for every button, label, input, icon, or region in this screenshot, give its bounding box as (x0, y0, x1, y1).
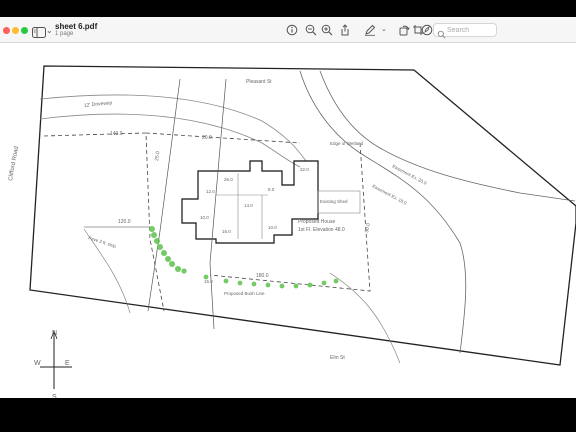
label-existing-shed: Existing Shed (320, 199, 348, 204)
room-label: 10.0 (200, 215, 209, 220)
preview-window: ⌄ sheet 6.pdf 1 page ⌄ Search Pleasant S… (0, 17, 576, 398)
compass-east: E (65, 360, 70, 367)
label-setback-bottom: 15.0 (204, 279, 213, 284)
highlight-icon[interactable] (421, 24, 433, 36)
compass-west: W (34, 360, 41, 367)
compass-rose: N S E W (34, 329, 72, 398)
label-setback-top: 20.0 (202, 135, 212, 141)
property-boundary (29, 65, 576, 366)
toolbar: ⌄ sheet 6.pdf 1 page ⌄ Search (0, 17, 576, 43)
room-label: 26.0 (224, 177, 233, 182)
label-driveway: 12' Driveway (84, 100, 113, 109)
label-left-road: Clifford Road (8, 146, 20, 181)
road-line-left (147, 78, 181, 312)
search-field[interactable] (433, 23, 497, 39)
label-easement-2: Easement Ex. 18.0 (372, 183, 408, 205)
room-label: 22.0 (300, 167, 309, 172)
sidebar-icon[interactable] (32, 25, 46, 38)
minimize-button[interactable] (12, 27, 19, 34)
chevron-down-icon[interactable]: ⌄ (46, 25, 53, 36)
letterbox-top (0, 0, 576, 17)
document-title: sheet 6.pdf (55, 22, 98, 31)
label-proposed-house: Proposed House (298, 219, 335, 225)
room-label: 12.0 (206, 189, 215, 194)
compass-north: N (52, 330, 57, 337)
room-dimension-labels: 26.0 12.0 14.0 8.0 22.0 16.0 10.0 10.0 (200, 167, 309, 234)
label-dim-top-left: 140.0 (110, 131, 123, 137)
document-page[interactable]: Pleasant St 12' Driveway Clifford Road E… (0, 43, 576, 398)
label-paving-note: Pave 2 ft. strip (88, 235, 117, 249)
setback-right-line (209, 142, 371, 292)
share-icon[interactable] (339, 24, 351, 36)
wetland-edge-inner (319, 70, 576, 202)
room-label: 10.0 (268, 225, 277, 230)
setback-left-line (43, 132, 165, 312)
room-label: 16.0 (222, 229, 231, 234)
site-plan-drawing: Pleasant St 12' Driveway Clifford Road E… (8, 65, 576, 398)
info-icon[interactable] (286, 24, 298, 36)
screen: ⌄ sheet 6.pdf 1 page ⌄ Search Pleasant S… (0, 0, 576, 432)
label-dim-bottom: 180.0 (256, 273, 269, 279)
close-button[interactable] (3, 27, 10, 34)
contour-2 (329, 272, 401, 364)
setback-top-line (145, 132, 301, 144)
label-proposed-bush-line: Proposed Bush Line (224, 291, 265, 296)
label-setback-left: 25.0 (154, 151, 161, 162)
rotate-icon[interactable] (398, 24, 410, 36)
maximize-button[interactable] (21, 27, 28, 34)
room-label: 8.0 (268, 187, 275, 192)
zoom-out-icon[interactable] (305, 24, 317, 36)
label-edge-of-wetland: Edge of Wetland (330, 141, 364, 146)
document-page-count: 1 page (55, 31, 74, 37)
driveway-edge-lower (39, 113, 263, 144)
label-dim-left: 120.0 (118, 219, 131, 225)
wetland-edge-outer (299, 70, 467, 354)
search-input[interactable] (447, 25, 495, 35)
room-label: 14.0 (244, 203, 253, 208)
zoom-in-icon[interactable] (321, 24, 333, 36)
label-setback-right: 30.0 (364, 223, 372, 234)
search-icon (437, 26, 446, 39)
landscaping-bushes (149, 226, 339, 289)
markup-chevron-down-icon[interactable]: ⌄ (381, 25, 387, 35)
label-first-floor-elevation: 1st Fl. Elevation 48.0 (298, 227, 345, 233)
label-bottom-street: Elm St (330, 355, 345, 361)
driveway-edge-upper (39, 94, 263, 122)
label-top-street: Pleasant St (246, 79, 272, 85)
label-easement-1: Easement Ex. 20.0 (392, 163, 428, 185)
letterbox-bottom (0, 398, 576, 432)
markup-icon[interactable] (364, 24, 376, 36)
